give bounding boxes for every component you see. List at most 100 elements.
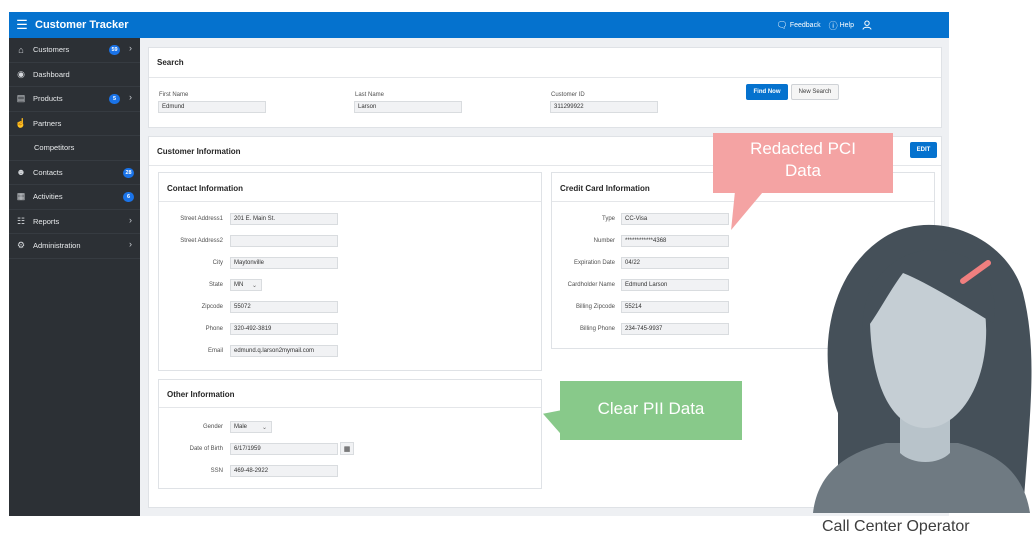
billing-zipcode-input[interactable]: 55214 — [621, 301, 729, 313]
calendar-button[interactable]: ▦ — [340, 442, 354, 455]
dashboard-icon: ◉ — [17, 68, 25, 79]
street2-input[interactable] — [230, 235, 338, 247]
feedback-link[interactable]: 🗨 Feedback — [776, 20, 820, 31]
card-number-input[interactable]: ************4368 — [621, 235, 729, 247]
city-input[interactable]: Maytonville — [230, 257, 338, 269]
phone-input[interactable]: 320-492-3819 — [230, 323, 338, 335]
report-icon: ☷ — [16, 215, 26, 226]
top-bar-actions: 🗨 Feedback ⓘ Help — [776, 12, 874, 38]
sidebar-item-competitors[interactable]: Competitors — [9, 136, 140, 161]
sidebar-item-label: Contacts — [33, 167, 63, 177]
last-name-input[interactable]: Larson — [354, 101, 462, 113]
chevron-down-icon: ⌄ — [251, 282, 257, 289]
sidebar-item-reports[interactable]: ☷ Reports › — [9, 210, 140, 234]
feedback-label: Feedback — [789, 21, 821, 29]
divider — [159, 407, 541, 408]
other-information-region: Other Information Gender Male ⌄ Date of … — [158, 379, 542, 489]
sidebar-item-products[interactable]: ▤ Products 5 › — [9, 87, 140, 112]
app-title[interactable]: Customer Tracker — [35, 19, 129, 31]
user-icon — [862, 20, 872, 30]
count-badge: 28 — [123, 167, 134, 178]
sidebar-item-dashboard[interactable]: ◉ Dashboard — [9, 63, 140, 87]
chevron-right-icon: › — [129, 92, 132, 102]
find-now-button[interactable]: Find Now — [746, 84, 788, 100]
sidebar-item-administration[interactable]: ⚙ Administration › — [9, 234, 140, 259]
divider — [149, 77, 941, 78]
state-label: State — [208, 282, 223, 288]
other-information-title: Other Information — [167, 390, 235, 399]
chevron-right-icon: › — [129, 214, 132, 225]
card-number-label: Number — [593, 238, 615, 244]
search-region: Search First Name Edmund Last Name Larso… — [148, 47, 942, 128]
last-name-label: Last Name — [355, 92, 385, 98]
street1-input[interactable]: 201 E. Main St. — [230, 213, 338, 225]
sidebar-item-activities[interactable]: ▦ Activities 6 — [9, 185, 140, 210]
sidebar-item-partners[interactable]: ☝ Partners — [9, 112, 140, 136]
cardholder-name-input[interactable]: Edmund Larson — [621, 279, 729, 291]
operator-avatar-icon — [813, 225, 1032, 513]
street1-label: Street Address1 — [180, 216, 223, 222]
state-select[interactable]: MN ⌄ — [230, 279, 262, 291]
user-menu[interactable] — [862, 20, 874, 30]
zipcode-input[interactable]: 55072 — [230, 301, 338, 313]
dob-input[interactable]: 6/17/1959 — [230, 443, 338, 455]
contact-information-title: Contact Information — [167, 184, 243, 193]
sidebar-item-customers[interactable]: ⌂ Customers 59 › — [9, 38, 140, 63]
expiration-date-input[interactable]: 04/22 — [621, 257, 729, 269]
customer-id-label: Customer ID — [551, 92, 585, 98]
chevron-down-icon: ⌄ — [261, 424, 267, 431]
pii-callout-text: Clear PII Data — [597, 399, 705, 418]
chat-icon: 🗨 — [776, 19, 788, 30]
street2-label: Street Address2 — [180, 238, 223, 244]
gear-icon: ⚙ — [16, 240, 26, 251]
gender-label: Gender — [202, 424, 223, 430]
sidebar-item-contacts[interactable]: ☻ Contacts 28 — [9, 161, 140, 185]
calendar-icon: ▦ — [16, 191, 26, 202]
gender-value: Male — [234, 424, 248, 430]
search-title: Search — [157, 58, 184, 67]
menu-icon[interactable]: ☰ — [9, 12, 35, 38]
user-icon: ☻ — [16, 167, 26, 178]
city-label: City — [212, 260, 223, 266]
pci-callout-text: Redacted PCI Data — [713, 138, 893, 182]
dob-label: Date of Birth — [189, 446, 223, 452]
expiration-date-label: Expiration Date — [573, 260, 615, 266]
sidebar-item-label: Customers — [33, 45, 70, 55]
pci-callout-line2: Data — [785, 161, 821, 180]
top-bar: ☰ Customer Tracker 🗨 Feedback ⓘ Help — [9, 12, 949, 38]
slide: ☰ Customer Tracker 🗨 Feedback ⓘ Help ⌂ C… — [0, 0, 1035, 539]
card-type-label: Type — [601, 216, 615, 222]
products-icon: ▤ — [16, 93, 26, 104]
sidebar-item-label: Competitors — [34, 143, 75, 153]
customer-id-input[interactable]: 311299922 — [550, 101, 658, 113]
email-label: Email — [207, 348, 223, 354]
gender-select[interactable]: Male ⌄ — [230, 421, 272, 433]
help-link[interactable]: ⓘ Help — [829, 19, 854, 32]
sidebar-item-label: Reports — [33, 216, 60, 226]
ssn-input[interactable]: 469-48-2922 — [230, 465, 338, 477]
email-input[interactable]: edmund.q.larson2mymail.com — [230, 345, 338, 357]
count-badge: 5 — [109, 94, 120, 104]
customer-information-title: Customer Information — [157, 147, 241, 156]
home-icon: ⌂ — [18, 44, 24, 55]
count-badge: 59 — [109, 45, 120, 55]
chevron-right-icon: › — [129, 239, 132, 249]
state-value: MN — [234, 282, 244, 288]
sidebar-item-label: Administration — [33, 241, 81, 251]
sidebar-item-label: Partners — [33, 118, 62, 128]
divider — [159, 201, 541, 202]
sidebar: ⌂ Customers 59 › ◉ Dashboard ▤ Products … — [9, 38, 140, 516]
billing-phone-input[interactable]: 234-745-9937 — [621, 323, 729, 335]
edit-button[interactable]: EDIT — [910, 142, 937, 158]
cardholder-name-label: Cardholder Name — [567, 282, 615, 288]
ssn-label: SSN — [210, 468, 223, 474]
card-type-input[interactable]: CC-Visa — [621, 213, 729, 225]
first-name-input[interactable]: Edmund — [158, 101, 266, 113]
persona-caption: Call Center Operator — [822, 518, 970, 535]
sidebar-item-label: Products — [33, 94, 63, 104]
count-badge: 6 — [123, 192, 134, 202]
new-search-button[interactable]: New Search — [791, 84, 839, 100]
help-label: Help — [839, 21, 854, 29]
help-icon: ⓘ — [828, 20, 838, 31]
credit-card-title: Credit Card Information — [560, 184, 650, 193]
